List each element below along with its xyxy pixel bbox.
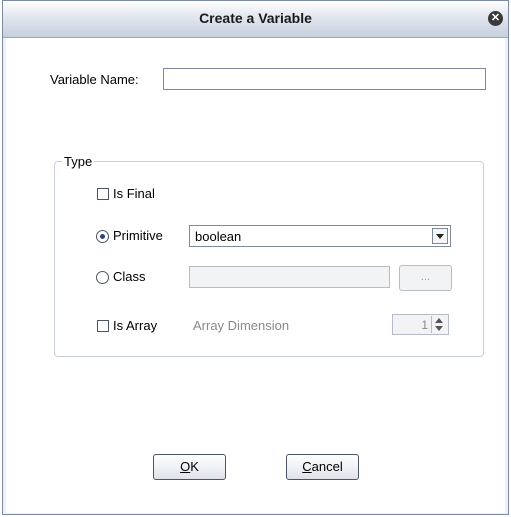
title-bar[interactable]: Create a Variable ✕ xyxy=(3,1,508,38)
ok-label-rest: K xyxy=(190,459,199,474)
ok-button[interactable]: OK xyxy=(153,454,226,480)
spinner-up-icon[interactable] xyxy=(435,318,443,323)
class-input[interactable] xyxy=(189,266,390,288)
array-dimension-label: Array Dimension xyxy=(193,318,290,333)
primitive-type-select[interactable]: boolean xyxy=(189,225,451,247)
dialog-title: Create a Variable xyxy=(199,10,312,26)
array-dimension-spinner[interactable]: 1 xyxy=(392,314,449,335)
is-final-label: Is Final xyxy=(113,186,155,201)
primitive-type-value: boolean xyxy=(195,229,242,244)
is-final-checkbox[interactable] xyxy=(97,188,109,200)
spinner-down-icon[interactable] xyxy=(435,326,443,331)
dialog-body: Variable Name: Type Is Final Primitive b… xyxy=(6,38,505,513)
type-legend: Type xyxy=(62,154,95,169)
ok-mnemonic: O xyxy=(180,459,191,474)
array-dimension-value: 1 xyxy=(421,318,428,332)
is-array-checkbox[interactable] xyxy=(97,320,109,332)
primitive-label: Primitive xyxy=(113,228,163,243)
create-variable-dialog: Create a Variable ✕ Variable Name: Type … xyxy=(2,0,509,515)
browse-class-button[interactable]: ... xyxy=(399,265,452,291)
class-radio[interactable] xyxy=(96,271,109,284)
chevron-down-icon[interactable] xyxy=(432,228,448,244)
close-icon[interactable]: ✕ xyxy=(488,11,503,26)
cancel-mnemonic: C xyxy=(302,459,312,474)
variable-name-input[interactable] xyxy=(163,68,486,90)
variable-name-label: Variable Name: xyxy=(50,72,139,87)
spinner-buttons[interactable] xyxy=(431,316,447,333)
cancel-button[interactable]: Cancel xyxy=(286,454,359,480)
primitive-radio[interactable] xyxy=(96,230,109,243)
cancel-label-rest: ancel xyxy=(311,459,343,474)
is-array-label: Is Array xyxy=(113,318,158,333)
class-label: Class xyxy=(113,269,146,284)
